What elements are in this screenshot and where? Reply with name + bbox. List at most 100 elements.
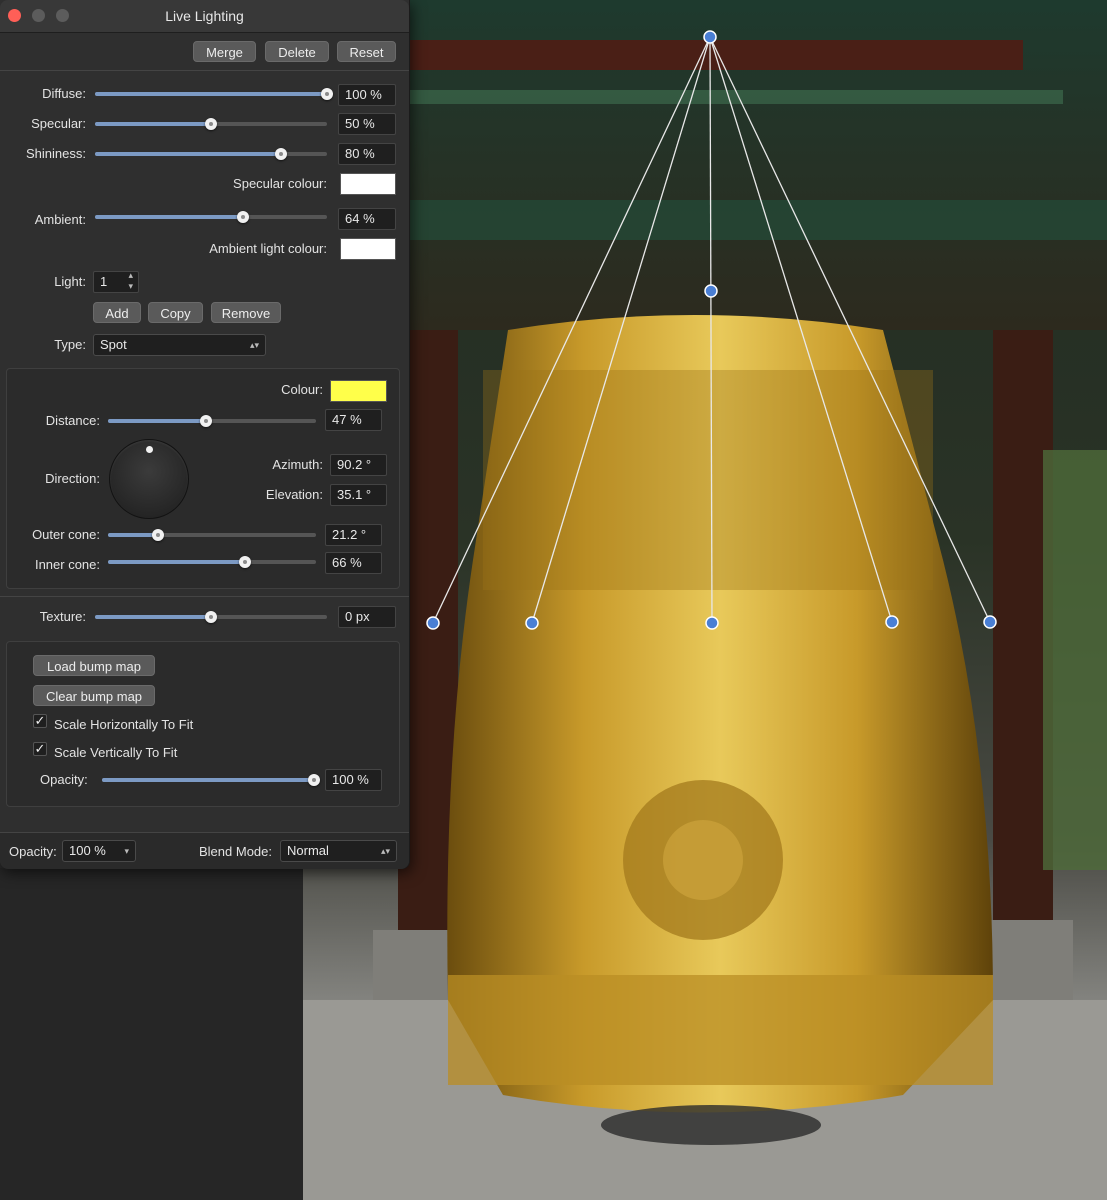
inner-cone-label: Inner cone: <box>34 557 100 572</box>
diffuse-label: Diffuse: <box>42 86 86 101</box>
ambient-light-colour-label: Ambient light colour: <box>209 241 327 256</box>
distance-slider[interactable] <box>108 415 316 427</box>
azimuth-value-field[interactable]: 90.2 ° <box>330 454 387 476</box>
ambient-label: Ambient: <box>34 212 86 227</box>
distance-slider-fill <box>108 419 206 423</box>
panel-footer: Opacity: 100 % ▾ Blend Mode: Normal ▴▾ <box>0 832 409 869</box>
colour-label: Colour: <box>281 382 323 397</box>
blend-mode-select[interactable]: Normal ▴▾ <box>280 840 397 862</box>
texture-label: Texture: <box>39 609 86 624</box>
direction-label: Direction: <box>45 471 100 486</box>
divider <box>0 70 409 71</box>
clear-bump-map-button[interactable]: Clear bump map <box>33 685 155 706</box>
light-number-field[interactable]: 1 ▴ ▾ <box>93 270 139 293</box>
light-target-handle[interactable] <box>705 616 719 630</box>
scale-horizontally-label[interactable]: Scale Horizontally To Fit <box>54 717 193 732</box>
inner-cone-slider-knob[interactable] <box>239 556 252 568</box>
shininess-label: Shininess: <box>26 146 86 161</box>
divider <box>0 596 409 597</box>
ambient-light-colour-swatch[interactable] <box>340 238 396 260</box>
ambient-value-field[interactable]: 64 % <box>338 208 396 230</box>
outer-cone-handle-left[interactable] <box>426 616 440 630</box>
layer-opacity-label: Opacity: <box>9 844 57 859</box>
specular-slider-knob[interactable] <box>205 118 217 130</box>
window-title: Live Lighting <box>165 8 244 24</box>
texture-slider-knob[interactable] <box>205 611 217 623</box>
ambient-slider-fill <box>95 215 244 219</box>
texture-slider[interactable] <box>95 611 327 623</box>
light-distance-handle[interactable] <box>704 284 718 298</box>
light-number-value: 1 <box>100 274 108 289</box>
scale-vertically-label[interactable]: Scale Vertically To Fit <box>54 745 177 760</box>
distance-value-field[interactable]: 47 % <box>325 409 382 431</box>
diffuse-slider-knob[interactable] <box>321 88 333 100</box>
inner-cone-slider[interactable] <box>108 556 316 568</box>
shininess-slider-fill <box>95 152 281 156</box>
delete-button[interactable]: Delete <box>265 41 329 62</box>
inner-cone-value-field[interactable]: 66 % <box>325 552 382 574</box>
outer-cone-label: Outer cone: <box>32 527 100 542</box>
elevation-label: Elevation: <box>265 487 323 502</box>
direction-dial[interactable] <box>109 439 189 519</box>
reset-button[interactable]: Reset <box>337 41 396 62</box>
copy-light-button[interactable]: Copy <box>148 302 203 323</box>
chevron-down-icon: ▾ <box>124 846 129 856</box>
bump-opacity-value-field[interactable]: 100 % <box>325 769 382 791</box>
layer-opacity-select[interactable]: 100 % ▾ <box>62 840 136 862</box>
bump-opacity-slider-knob[interactable] <box>308 774 320 786</box>
elevation-value-field[interactable]: 35.1 ° <box>330 484 387 506</box>
stepper-up-icon[interactable]: ▴ <box>128 270 133 281</box>
inner-cone-slider-fill <box>108 560 246 564</box>
scale-vertically-checkbox[interactable]: ✓ <box>33 742 47 756</box>
remove-light-button[interactable]: Remove <box>211 302 281 323</box>
inner-cone-handle-right[interactable] <box>885 615 899 629</box>
inner-cone-handle-left[interactable] <box>525 616 539 630</box>
specular-slider[interactable] <box>95 118 327 130</box>
azimuth-label: Azimuth: <box>272 457 323 472</box>
title-bar[interactable]: Live Lighting <box>0 0 409 33</box>
bump-opacity-label: Opacity: <box>40 772 88 787</box>
outer-cone-slider-fill <box>108 533 158 537</box>
canvas-photo <box>303 0 1107 1200</box>
type-select-value: Spot <box>100 337 127 352</box>
stepper-down-icon[interactable]: ▾ <box>128 281 133 292</box>
outer-cone-slider-knob[interactable] <box>151 529 164 541</box>
light-stepper[interactable]: ▴ ▾ <box>128 270 133 292</box>
specular-colour-swatch[interactable] <box>340 173 396 195</box>
scale-horizontally-checkbox[interactable]: ✓ <box>33 714 47 728</box>
ambient-slider[interactable] <box>95 211 327 223</box>
outer-cone-value-field[interactable]: 21.2 ° <box>325 524 382 546</box>
specular-colour-label: Specular colour: <box>233 176 327 191</box>
shininess-value-field[interactable]: 80 % <box>338 143 396 165</box>
light-label: Light: <box>54 274 86 289</box>
workspace-background <box>0 868 303 1200</box>
diffuse-value-field[interactable]: 100 % <box>338 84 396 106</box>
distance-slider-knob[interactable] <box>199 415 212 427</box>
bump-opacity-slider-fill <box>102 778 314 782</box>
light-source-handle[interactable] <box>703 30 717 44</box>
merge-button[interactable]: Merge <box>193 41 256 62</box>
texture-value-field[interactable]: 0 px <box>338 606 396 628</box>
outer-cone-handle-right[interactable] <box>983 615 997 629</box>
shininess-slider-knob[interactable] <box>274 148 287 160</box>
diffuse-slider[interactable] <box>95 88 333 100</box>
light-settings-group: Colour: Distance: 47 % Direction: Azimut… <box>6 368 400 589</box>
bump-map-group: Load bump map Clear bump map ✓ Scale Hor… <box>6 641 400 807</box>
light-colour-swatch[interactable] <box>330 380 387 402</box>
specular-value-field[interactable]: 50 % <box>338 113 396 135</box>
shininess-slider[interactable] <box>95 148 327 160</box>
outer-cone-slider[interactable] <box>108 529 316 541</box>
layer-opacity-value: 100 % <box>69 843 106 858</box>
distance-label: Distance: <box>45 413 100 428</box>
ambient-slider-knob[interactable] <box>237 211 250 223</box>
specular-label: Specular: <box>31 116 86 131</box>
bump-opacity-slider[interactable] <box>102 774 320 786</box>
diffuse-slider-fill <box>95 92 327 96</box>
add-light-button[interactable]: Add <box>93 302 141 323</box>
blend-mode-value: Normal <box>287 843 329 858</box>
updown-arrows-icon: ▴▾ <box>249 340 259 350</box>
load-bump-map-button[interactable]: Load bump map <box>33 655 155 676</box>
type-label: Type: <box>54 337 86 352</box>
type-select[interactable]: Spot ▴▾ <box>93 334 266 356</box>
blend-mode-label: Blend Mode: <box>199 844 272 859</box>
